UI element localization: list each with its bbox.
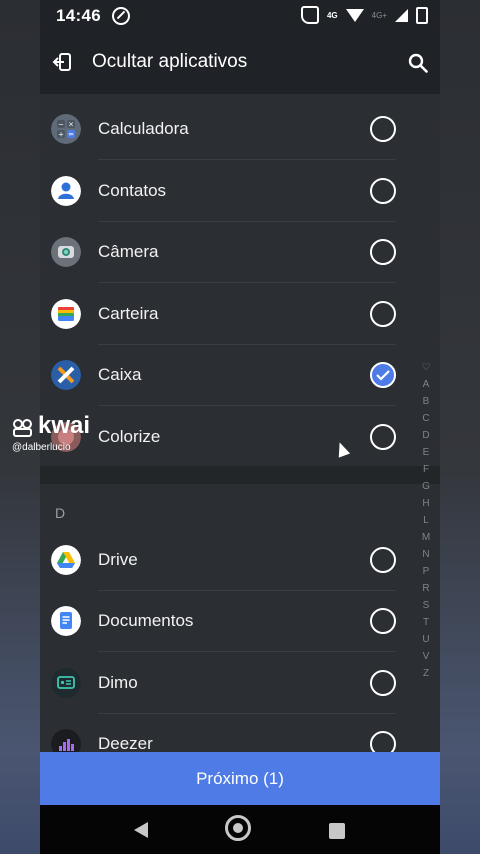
list-item-label: Câmera xyxy=(98,242,159,261)
page-title: Ocultar aplicativos xyxy=(92,51,248,72)
wallet-icon xyxy=(51,299,81,329)
status-time: 14:46 xyxy=(56,6,101,25)
kwai-brand-text: kwai xyxy=(38,412,91,439)
list-item-label: Drive xyxy=(98,550,138,569)
kwai-watermark: kwai @dalberlucio xyxy=(12,412,102,458)
status-icons: 4G 4G+ xyxy=(300,6,428,24)
select-checkbox[interactable] xyxy=(370,301,396,327)
svg-text:×: × xyxy=(68,121,74,129)
index-letter[interactable]: T xyxy=(423,614,429,631)
network-type-label: 4G xyxy=(326,10,338,20)
calculator-icon: − × + = xyxy=(51,114,81,144)
index-letter[interactable]: G xyxy=(422,478,430,495)
list-item-carteira[interactable]: Carteira xyxy=(40,284,440,345)
index-letter[interactable]: V xyxy=(423,648,430,665)
signal-icon xyxy=(395,8,408,22)
checkmark-icon xyxy=(376,370,390,381)
index-letter[interactable]: R xyxy=(422,580,429,597)
kwai-handle: @dalberlucio xyxy=(12,442,71,453)
select-checkbox[interactable] xyxy=(370,547,396,573)
list-item-label: Deezer xyxy=(98,734,153,752)
list-item-calculadora[interactable]: − × + = Calculadora xyxy=(40,99,440,160)
select-checkbox[interactable] xyxy=(370,670,396,696)
index-letter[interactable]: D xyxy=(422,427,429,444)
list-item-label: Documentos xyxy=(98,611,194,630)
list-item-contatos[interactable]: Contatos xyxy=(40,161,440,222)
index-letter[interactable]: E xyxy=(423,444,430,461)
select-checkbox[interactable] xyxy=(370,239,396,265)
docs-icon xyxy=(51,606,81,636)
list-item-camera[interactable]: Câmera xyxy=(40,222,440,283)
divider xyxy=(98,651,396,652)
kwai-logo-icon xyxy=(13,419,32,437)
back-icon[interactable] xyxy=(52,52,72,72)
index-letter[interactable]: S xyxy=(423,597,430,614)
select-checkbox[interactable] xyxy=(370,731,396,752)
index-letter[interactable]: U xyxy=(422,631,429,648)
network-type-label-2: 4G+ xyxy=(371,10,387,20)
list-item-caixa[interactable]: Caixa xyxy=(40,345,440,406)
deezer-icon xyxy=(51,729,81,752)
list-item-label: Calculadora xyxy=(98,119,189,138)
index-letter[interactable]: F xyxy=(423,461,429,478)
index-letter[interactable]: L xyxy=(423,512,429,529)
volte-call-icon xyxy=(300,6,319,24)
select-checkbox[interactable] xyxy=(370,608,396,634)
index-letter[interactable]: N xyxy=(422,546,429,563)
caixa-icon xyxy=(51,360,81,390)
drive-icon xyxy=(51,545,81,575)
select-checkbox[interactable] xyxy=(370,178,396,204)
right-blur-background xyxy=(440,0,480,854)
select-checkbox[interactable] xyxy=(370,424,396,450)
list-item-deezer[interactable]: Deezer xyxy=(40,714,440,752)
list-item-label: Dimo xyxy=(98,673,138,692)
index-letter[interactable]: ♡ xyxy=(422,359,431,376)
index-letter[interactable]: H xyxy=(422,495,429,512)
index-letter[interactable]: B xyxy=(423,393,430,410)
system-navigation-bar xyxy=(40,805,440,854)
list-item-label: Caixa xyxy=(98,365,142,384)
nav-recents-icon[interactable] xyxy=(329,823,345,839)
divider xyxy=(98,282,396,283)
list-item-label: Colorize xyxy=(98,427,161,446)
section-separator xyxy=(40,466,440,484)
battery-icon xyxy=(416,6,428,24)
index-letter[interactable]: Z xyxy=(423,665,429,682)
camera-icon xyxy=(51,237,81,267)
list-item-label: Carteira xyxy=(98,304,159,323)
svg-text:=: = xyxy=(68,131,74,139)
nav-back-icon[interactable] xyxy=(134,822,148,838)
divider xyxy=(98,159,396,160)
wifi-icon xyxy=(345,8,364,22)
search-icon[interactable] xyxy=(408,53,428,73)
select-checkbox[interactable] xyxy=(370,116,396,142)
index-letter[interactable]: C xyxy=(422,410,429,427)
alphabet-index-bar[interactable]: ♡ A B C D E F G H L M N P R S T U V Z xyxy=(420,359,432,682)
next-button[interactable]: Próximo (1) xyxy=(40,752,440,805)
divider xyxy=(98,405,396,406)
contacts-icon xyxy=(51,176,81,206)
nav-home-icon[interactable] xyxy=(225,815,251,841)
svg-text:−: − xyxy=(58,121,64,129)
svg-text:+: + xyxy=(58,131,64,139)
app-bar: Ocultar aplicativos xyxy=(40,30,440,94)
list-item-dimo[interactable]: Dimo xyxy=(40,653,440,714)
dimo-icon xyxy=(51,668,81,698)
index-letter[interactable]: M xyxy=(422,529,430,546)
list-item-label: Contatos xyxy=(98,181,167,200)
list-item-drive[interactable]: Drive xyxy=(40,530,440,591)
status-bar: 14:46 4G 4G+ xyxy=(40,0,440,30)
section-header-d: D xyxy=(55,505,66,521)
do-not-disturb-icon xyxy=(112,7,130,25)
select-checkbox-checked[interactable] xyxy=(370,362,396,388)
index-letter[interactable]: P xyxy=(423,563,430,580)
index-letter[interactable]: A xyxy=(423,376,430,393)
list-item-documentos[interactable]: Documentos xyxy=(40,591,440,652)
